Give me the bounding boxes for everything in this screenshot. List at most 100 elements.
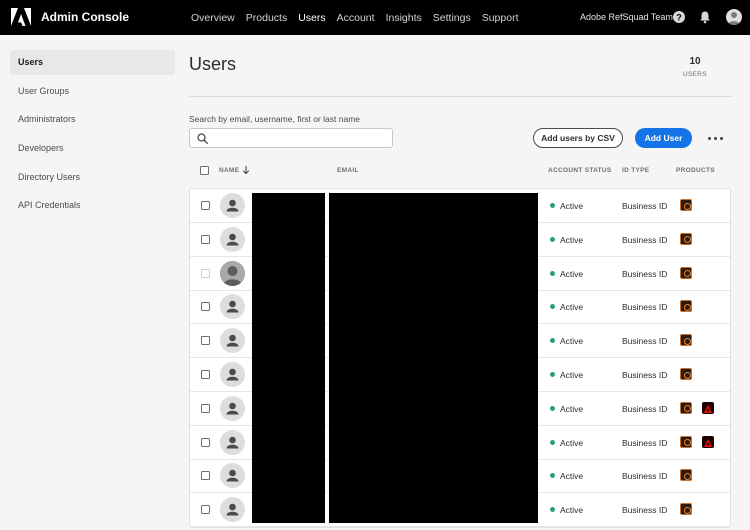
id-type: Business ID — [622, 505, 668, 516]
user-photo-avatar — [220, 260, 245, 286]
user-icon — [226, 199, 239, 212]
more-actions-button[interactable] — [706, 131, 724, 145]
user-avatar — [220, 328, 245, 354]
product-icon[interactable] — [680, 199, 692, 211]
row-checkbox[interactable] — [201, 201, 210, 210]
top-bar: Admin Console Overview Products Users Ac… — [0, 0, 750, 35]
user-icon — [226, 233, 239, 246]
user-avatar — [220, 193, 245, 218]
id-type: Business ID — [622, 336, 668, 347]
product-icon[interactable] — [680, 435, 692, 448]
acrobat-icon[interactable] — [702, 401, 714, 414]
adobe-logo-icon[interactable] — [11, 8, 31, 26]
main-nav: Overview Products Users Account Insights… — [191, 0, 530, 35]
product-icon[interactable] — [680, 300, 692, 313]
redacted-names — [252, 193, 325, 523]
row-checkbox — [201, 268, 210, 278]
column-header-name[interactable]: NAME — [219, 167, 239, 174]
row-checkbox[interactable] — [201, 234, 210, 244]
help-icon[interactable]: ? — [672, 10, 686, 24]
search-input[interactable] — [212, 131, 388, 145]
org-switcher[interactable]: Adobe RefSquad Team — [580, 12, 673, 22]
user-icon — [226, 503, 239, 516]
notification-bell-icon[interactable] — [698, 10, 712, 24]
account-status: Active — [560, 437, 584, 448]
add-users-by-csv-button[interactable]: Add users by CSV — [533, 128, 623, 148]
status-active-dot-icon — [550, 203, 555, 208]
row-checkbox[interactable] — [201, 302, 210, 312]
product-icon[interactable] — [680, 368, 692, 380]
account-status: Active — [560, 370, 584, 380]
user-icon — [728, 12, 740, 25]
nav-support[interactable]: Support — [482, 12, 519, 24]
user-avatar — [220, 429, 245, 455]
user-icon — [226, 368, 239, 381]
product-icon[interactable] — [680, 503, 692, 516]
id-type: Business ID — [622, 201, 668, 211]
nav-overview[interactable]: Overview — [191, 12, 235, 24]
user-avatar — [220, 463, 245, 489]
sidebar: Users User Groups Administrators Develop… — [10, 50, 175, 222]
nav-users[interactable]: Users — [298, 12, 325, 24]
row-checkbox[interactable] — [201, 471, 210, 481]
sidebar-item-users[interactable]: Users — [10, 50, 175, 75]
product-icon[interactable] — [680, 334, 692, 347]
status-active-dot-icon — [550, 507, 555, 513]
product-icon[interactable] — [680, 469, 692, 482]
row-checkbox[interactable] — [201, 336, 210, 346]
account-status: Active — [560, 201, 584, 211]
account-status: Active — [560, 505, 584, 516]
nav-settings[interactable]: Settings — [433, 12, 471, 24]
product-icon[interactable] — [680, 401, 692, 414]
sidebar-item-api-credentials[interactable]: API Credentials — [10, 193, 175, 218]
id-type: Business ID — [622, 268, 668, 279]
product-icon[interactable] — [680, 266, 692, 279]
row-checkbox[interactable] — [201, 370, 210, 379]
status-active-dot-icon — [550, 439, 555, 445]
add-user-button[interactable]: Add User — [635, 128, 692, 148]
column-header-email[interactable]: EMAIL — [337, 167, 359, 174]
user-count-label: USERS — [683, 71, 707, 78]
user-avatar — [220, 226, 245, 252]
header-divider — [189, 96, 732, 97]
account-status: Active — [560, 234, 584, 245]
status-active-dot-icon — [550, 372, 555, 377]
status-active-dot-icon — [550, 270, 555, 276]
acrobat-icon[interactable] — [702, 435, 714, 448]
user-avatar — [220, 497, 245, 523]
product-icon[interactable] — [680, 232, 692, 245]
row-checkbox[interactable] — [201, 505, 210, 515]
sidebar-item-user-groups[interactable]: User Groups — [10, 79, 175, 104]
account-status: Active — [560, 268, 584, 279]
id-type: Business ID — [622, 234, 668, 245]
nav-account[interactable]: Account — [337, 12, 375, 24]
user-avatar — [220, 362, 245, 387]
sort-arrow-down-icon[interactable] — [242, 165, 250, 175]
column-header-account-status[interactable]: ACCOUNT STATUS — [548, 167, 612, 174]
user-icon — [226, 436, 239, 449]
user-count: 10 — [689, 56, 701, 67]
status-active-dot-icon — [550, 236, 555, 242]
account-status: Active — [560, 302, 584, 313]
profile-avatar[interactable] — [726, 9, 742, 25]
user-icon — [226, 402, 239, 415]
user-avatar — [220, 395, 245, 421]
status-active-dot-icon — [550, 405, 555, 411]
column-header-products: PRODUCTS — [676, 167, 715, 174]
status-active-dot-icon — [550, 304, 555, 310]
nav-insights[interactable]: Insights — [386, 12, 422, 24]
column-header-id-type[interactable]: ID TYPE — [622, 167, 649, 174]
sidebar-item-administrators[interactable]: Administrators — [10, 107, 175, 132]
account-status: Active — [560, 403, 584, 414]
user-icon — [226, 301, 239, 313]
select-all-checkbox[interactable] — [200, 166, 209, 175]
app-title[interactable]: Admin Console — [41, 10, 129, 24]
nav-products[interactable]: Products — [246, 12, 287, 24]
svg-text:?: ? — [676, 13, 682, 23]
row-checkbox[interactable] — [201, 403, 210, 413]
sidebar-item-directory-users[interactable]: Directory Users — [10, 165, 175, 190]
row-checkbox[interactable] — [201, 437, 210, 447]
search-box[interactable] — [189, 128, 393, 148]
id-type: Business ID — [622, 370, 668, 380]
sidebar-item-developers[interactable]: Developers — [10, 136, 175, 161]
